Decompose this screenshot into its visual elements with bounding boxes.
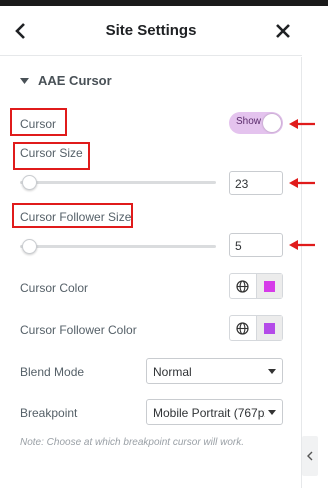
cursor-color-control[interactable] xyxy=(229,273,283,299)
color-swatch-button[interactable] xyxy=(256,316,282,340)
section-toggle[interactable]: AAE Cursor xyxy=(20,73,112,88)
slider-handle[interactable] xyxy=(22,239,37,254)
page-title: Site Settings xyxy=(105,22,197,39)
cursor-size-slider[interactable] xyxy=(20,175,216,190)
slider-track xyxy=(20,245,216,248)
blend-mode-label: Blend Mode xyxy=(20,365,85,379)
annotation-box-cursor-follower-size xyxy=(12,203,133,228)
breakpoint-select[interactable]: Mobile Portrait (767px) xyxy=(146,399,283,425)
section-title: AAE Cursor xyxy=(38,73,112,88)
settings-panel: Site Settings AAE Cursor Cursor Show Cur… xyxy=(0,6,302,488)
select-value: Mobile Portrait (767px) xyxy=(153,406,265,420)
caret-down-icon xyxy=(20,76,30,86)
cursor-follower-size-slider[interactable] xyxy=(20,239,216,254)
annotation-box-cursor-size xyxy=(13,142,90,170)
blend-mode-select[interactable]: Normal xyxy=(146,358,283,384)
cursor-show-toggle[interactable]: Show xyxy=(229,112,283,134)
globe-icon[interactable] xyxy=(230,316,257,340)
toggle-label: Show xyxy=(236,116,262,127)
chevron-left-icon xyxy=(307,451,313,461)
toggle-knob xyxy=(263,114,281,132)
dropdown-arrow-icon xyxy=(268,410,276,415)
panel-header: Site Settings xyxy=(0,6,302,56)
color-swatch xyxy=(263,280,275,292)
annotation-arrow xyxy=(289,119,315,129)
cursor-follower-color-label: Cursor Follower Color xyxy=(20,323,137,337)
slider-handle[interactable] xyxy=(22,175,37,190)
cursor-follower-color-control[interactable] xyxy=(229,315,283,341)
annotation-arrow xyxy=(289,240,315,250)
annotation-arrow xyxy=(289,178,315,188)
breakpoint-note: Note: Choose at which breakpoint cursor … xyxy=(20,437,244,448)
color-swatch xyxy=(263,322,275,334)
cursor-size-input[interactable]: 23 xyxy=(229,171,283,195)
breakpoint-label: Breakpoint xyxy=(20,406,78,420)
annotation-box-cursor xyxy=(10,108,67,136)
close-icon[interactable] xyxy=(272,20,294,42)
panel-collapse-button[interactable] xyxy=(302,436,318,476)
select-value: Normal xyxy=(153,365,192,379)
color-swatch-button[interactable] xyxy=(256,274,282,298)
slider-track xyxy=(20,181,216,184)
cursor-color-label: Cursor Color xyxy=(20,281,89,295)
globe-icon[interactable] xyxy=(230,274,257,298)
cursor-follower-size-input[interactable]: 5 xyxy=(229,233,283,257)
dropdown-arrow-icon xyxy=(268,369,276,374)
